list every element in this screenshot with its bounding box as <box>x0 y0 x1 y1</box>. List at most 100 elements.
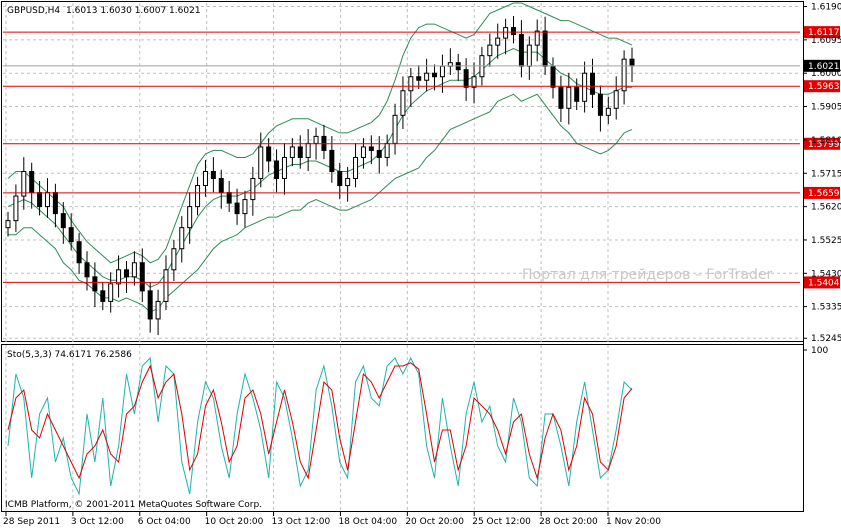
candle-body <box>218 178 224 194</box>
candle-body <box>629 58 635 67</box>
stoch-tick-label: 100 <box>811 346 828 356</box>
x-tick-label: 6 Oct 04:00 <box>138 517 191 527</box>
candle-body <box>368 146 374 151</box>
candle-body <box>242 199 248 215</box>
grid-layer <box>3 3 800 510</box>
candle-body <box>526 44 532 67</box>
candle-body <box>534 30 540 46</box>
candle-body <box>179 227 185 250</box>
candle-body <box>155 300 161 320</box>
y-tick-label: 1.5810 <box>811 136 841 146</box>
candle-body <box>5 220 11 229</box>
candle-body <box>345 178 351 187</box>
chart-symbol-label: GBPUSD,H4 <box>7 6 60 16</box>
candle-body <box>400 90 406 116</box>
candle-body <box>503 27 509 39</box>
x-tick-label: 1 Nov 20:00 <box>606 517 661 527</box>
candle-body <box>550 65 556 88</box>
candle-body <box>566 86 572 109</box>
copyright-label: ICMB Platform, © 2001-2011 MetaQuotes So… <box>5 500 262 510</box>
candle-body <box>542 30 548 67</box>
y-tick-label: 1.6190 <box>811 3 841 13</box>
candle-body <box>329 149 335 172</box>
candle-body <box>44 192 50 208</box>
bollinger-bands <box>7 2 633 313</box>
candle-body <box>37 192 43 208</box>
y-tick-label: 1.5525 <box>811 236 841 246</box>
candlesticks <box>5 15 635 336</box>
candle-body <box>297 146 303 158</box>
candle-body <box>187 206 193 229</box>
candle-body <box>487 44 493 57</box>
candle-body <box>439 65 445 78</box>
candle-body <box>13 195 19 222</box>
candle-body <box>131 262 137 278</box>
level-price-label: 1.5963 <box>808 82 840 92</box>
candle-body <box>392 114 398 144</box>
y-tick-label: 1.5245 <box>811 334 841 344</box>
y-tick-label: 1.5430 <box>811 269 841 279</box>
candle-body <box>84 262 90 278</box>
candle-body <box>360 146 366 158</box>
candle-body <box>202 171 208 187</box>
candle-body <box>432 72 438 78</box>
candle-body <box>613 90 619 109</box>
candle-body <box>108 283 114 302</box>
candle-body <box>60 213 66 229</box>
bollinger-middle-line <box>7 48 632 288</box>
x-tick-label: 3 Oct 12:00 <box>71 517 124 527</box>
candle-body <box>100 290 106 302</box>
candle-body <box>558 86 564 109</box>
candle-body <box>226 192 232 204</box>
chart-ohlc-label: 1.6013 1.6030 1.6007 1.6021 <box>66 6 201 16</box>
candle-body <box>424 72 430 81</box>
candle-body <box>353 156 359 180</box>
candle-body <box>29 171 35 194</box>
y-tick-label: 1.5715 <box>811 169 841 179</box>
candle-body <box>210 171 216 180</box>
x-tick-label: 18 Oct 04:00 <box>338 517 397 527</box>
candle-body <box>123 269 129 278</box>
candle-body <box>471 76 477 88</box>
price-panel-frame <box>1 1 804 342</box>
candle-body <box>274 160 280 180</box>
candle-body <box>416 76 422 81</box>
candle-body <box>313 135 319 144</box>
candle-body <box>289 146 295 158</box>
candle-body <box>597 93 603 116</box>
candle-body <box>76 241 82 264</box>
x-tick-label: 13 Oct 12:00 <box>272 517 331 527</box>
candle-body <box>376 149 382 158</box>
axis-labels: 28 Sep 2011 3 Oct 12:00 6 Oct 04:00 10 Oct … <box>3 3 841 527</box>
x-tick-label: 20 Oct 20:00 <box>405 517 464 527</box>
candle-body <box>408 76 414 92</box>
level-price-label: 1.5404 <box>808 278 840 288</box>
candle-body <box>139 262 145 292</box>
candle-body <box>518 34 524 67</box>
candle-body <box>511 27 517 36</box>
candle-body <box>250 178 256 201</box>
candle-body <box>384 142 390 158</box>
candle-body <box>258 146 264 180</box>
x-tick-label: 28 Oct 20:00 <box>539 517 598 527</box>
candle-body <box>68 227 74 243</box>
candle-body <box>21 171 27 197</box>
chart-canvas: 1.61171.59631.57991.56591.54041.6021 28 … <box>1 1 841 527</box>
y-tick-label: 1.5905 <box>811 103 841 113</box>
stochastic-signal-line <box>7 362 633 480</box>
indicator-label: Sto(5,3,3) 74.6171 76.2586 <box>7 350 132 360</box>
candle-body <box>52 192 58 215</box>
candle-body <box>281 156 287 180</box>
candle-body <box>495 37 501 46</box>
indicator-panel-frame <box>1 344 804 512</box>
candle-body <box>116 269 122 285</box>
y-tick-label: 1.5335 <box>811 303 841 313</box>
x-tick-label: 28 Sep 2011 <box>3 517 60 527</box>
y-tick-label: 1.6095 <box>811 36 841 46</box>
horizontal-levels: 1.61171.59631.57991.56591.54041.6021 <box>3 26 840 289</box>
candle-body <box>337 171 343 187</box>
candle-body <box>171 248 177 271</box>
x-tick-label: 25 Oct 12:00 <box>472 517 531 527</box>
candle-body <box>234 202 240 215</box>
stochastic-lines <box>7 356 633 496</box>
